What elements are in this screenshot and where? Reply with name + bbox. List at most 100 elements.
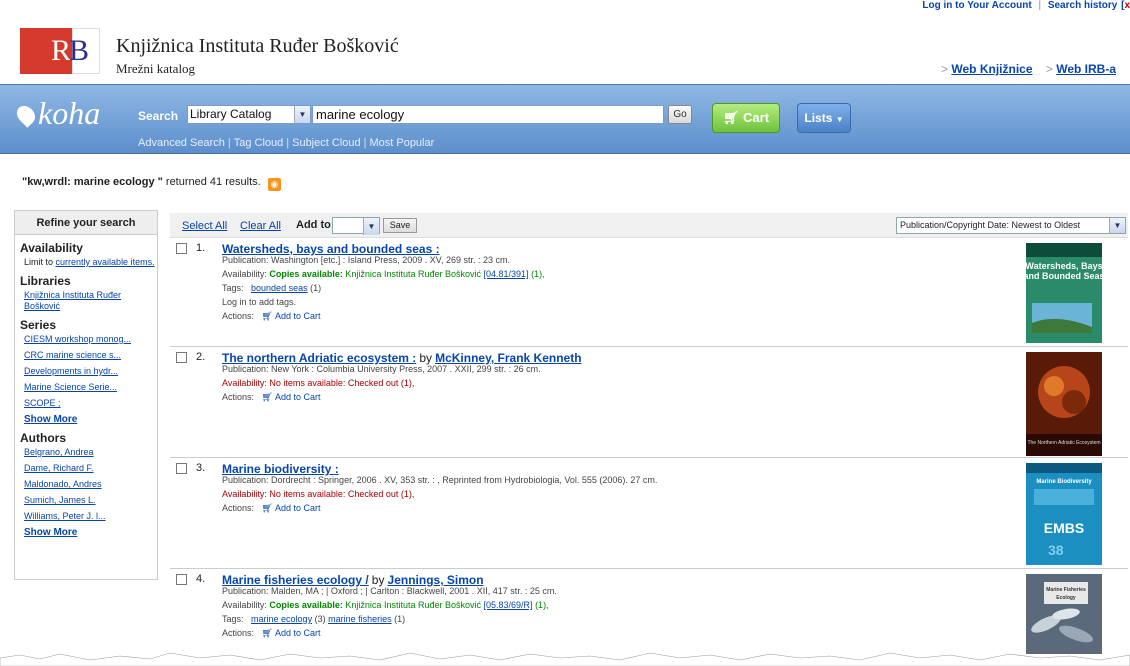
results-summary: "kw,wrdl: marine ecology " returned 41 r… bbox=[22, 176, 281, 191]
availability-limit: Limit to currently available items. bbox=[24, 257, 155, 267]
tag-cloud-link[interactable]: Tag Cloud bbox=[234, 137, 284, 149]
search-history-link[interactable]: Search history bbox=[1048, 0, 1117, 11]
book-cover-image[interactable]: Marine Biodiversity EMBS 38 bbox=[1026, 463, 1102, 565]
add-to-label: Add to: bbox=[296, 219, 335, 231]
query-echo: "kw,wrdl: marine ecology " bbox=[22, 176, 163, 188]
rss-icon[interactable]: ◉ bbox=[267, 178, 281, 191]
cart-button[interactable]: 🛒︎ Cart bbox=[712, 103, 780, 133]
svg-text:Marine Fisheries: Marine Fisheries bbox=[1046, 587, 1086, 593]
result-tags: Tags: marine ecology (3) marine fisherie… bbox=[222, 614, 406, 624]
result-row: 1. Watersheds, bays and bounded seas : P… bbox=[170, 239, 1128, 347]
svg-text:EMBS: EMBS bbox=[1044, 520, 1084, 536]
advanced-search-link[interactable]: Advanced Search bbox=[138, 137, 225, 149]
save-button[interactable]: Save bbox=[383, 218, 417, 233]
facet-item-author[interactable]: Dame, Richard F. bbox=[24, 463, 157, 474]
facet-item-library[interactable]: Knjižnica Instituta Ruđer Bošković bbox=[24, 290, 157, 312]
most-popular-link[interactable]: Most Popular bbox=[369, 137, 434, 149]
callnumber-link[interactable]: [05.83/69/R] bbox=[484, 600, 533, 610]
book-cover-image[interactable]: Watersheds, Bays and Bounded Seas bbox=[1026, 243, 1102, 343]
result-title-link[interactable]: Marine fisheries ecology / bbox=[222, 573, 369, 587]
tag-link[interactable]: bounded seas bbox=[251, 283, 308, 293]
clear-all-link[interactable]: Clear All bbox=[240, 220, 281, 232]
select-all-link[interactable]: Select All bbox=[182, 220, 227, 232]
result-number: 3. bbox=[196, 462, 206, 474]
add-to-select[interactable]: ▼ bbox=[332, 217, 380, 235]
chevron-down-icon: ▼ bbox=[363, 218, 379, 235]
result-publication: Publication: Malden, MA ; | Oxford ; | C… bbox=[222, 586, 557, 596]
tag-link[interactable]: marine fisheries bbox=[328, 614, 392, 624]
sort-select[interactable]: Publication/Copyright Date: Newest to Ol… bbox=[896, 217, 1126, 234]
facet-item-series[interactable]: SCOPE ; bbox=[24, 398, 157, 409]
library-subtitle: Mrežni katalog bbox=[116, 61, 196, 76]
callnumber-link[interactable]: [04.81/391] bbox=[484, 269, 529, 279]
book-cover-image[interactable]: The Northern Adriatic Ecosystem bbox=[1026, 352, 1102, 456]
cart-icon: 🛒︎ bbox=[261, 503, 273, 513]
result-title-link[interactable]: Watersheds, bays and bounded seas : bbox=[222, 242, 440, 256]
chevron-down-icon: ▼ bbox=[835, 115, 844, 124]
cart-icon: 🛒︎ bbox=[261, 628, 273, 638]
web-irb-link[interactable]: Web IRB-a bbox=[1056, 62, 1116, 76]
result-title-link[interactable]: Marine biodiversity : bbox=[222, 462, 339, 476]
facet-title-availability: Availability bbox=[20, 241, 83, 255]
book-cover-image[interactable]: Marine Fisheries Ecology bbox=[1026, 574, 1102, 654]
result-title-link[interactable]: The northern Adriatic ecosystem : bbox=[222, 351, 416, 365]
facet-item-author[interactable]: Maldonado, Andres bbox=[24, 479, 157, 490]
svg-text:Watersheds, Bays: Watersheds, Bays bbox=[1026, 261, 1102, 271]
facet-item-author[interactable]: Williams, Peter J. l... bbox=[24, 511, 157, 522]
top-account-bar: Log in to Your Account | Search history … bbox=[922, 0, 1130, 11]
divider: | bbox=[1038, 0, 1042, 11]
cart-icon: 🛒︎ bbox=[261, 311, 273, 321]
tag-link[interactable]: marine ecology bbox=[251, 614, 312, 624]
result-availability: Availability: No items available: Checke… bbox=[222, 378, 415, 388]
result-number: 4. bbox=[196, 573, 206, 585]
catalog-select[interactable]: Library Catalog ▼ bbox=[187, 105, 311, 124]
result-checkbox[interactable] bbox=[176, 243, 187, 254]
subject-cloud-link[interactable]: Subject Cloud bbox=[292, 137, 361, 149]
result-checkbox[interactable] bbox=[176, 352, 187, 363]
add-to-cart-link[interactable]: 🛒︎ Add to Cart bbox=[262, 311, 321, 321]
facet-item-series[interactable]: Developments in hydr... bbox=[24, 366, 157, 377]
koha-logo[interactable]: koha bbox=[13, 95, 100, 132]
lists-button[interactable]: Lists ▼ bbox=[797, 103, 851, 133]
login-link[interactable]: Log in to Your Account bbox=[922, 0, 1031, 11]
add-to-cart-link[interactable]: 🛒︎ Add to Cart bbox=[262, 392, 321, 402]
irb-logo[interactable]: RB bbox=[20, 28, 100, 74]
result-row: 4. Marine fisheries ecology / by Jenning… bbox=[170, 570, 1128, 654]
result-checkbox[interactable] bbox=[176, 463, 187, 474]
result-row: 2. The northern Adriatic ecosystem : by … bbox=[170, 348, 1128, 458]
facet-item-series[interactable]: CIESM workshop monog... bbox=[24, 334, 157, 345]
facet-item-author[interactable]: Belgrano, Andrea bbox=[24, 447, 157, 458]
chevron-down-icon: ▼ bbox=[1109, 218, 1125, 233]
svg-text:Ecology: Ecology bbox=[1056, 595, 1076, 601]
currently-available-link[interactable]: currently available items. bbox=[56, 257, 155, 267]
author-link[interactable]: McKinney, Frank Kenneth bbox=[435, 351, 581, 365]
close-history-icon[interactable]: x bbox=[1124, 0, 1130, 11]
library-name: Knjižnica Instituta Ruđer Bošković bbox=[116, 35, 399, 57]
header-links: > Web Knjižnice > Web IRB-a bbox=[941, 62, 1116, 76]
result-publication: Publication: Dordrecht : Springer, 2006 … bbox=[222, 475, 658, 485]
result-number: 1. bbox=[196, 242, 206, 254]
facet-item-author[interactable]: Sumich, James L. bbox=[24, 495, 157, 506]
chevron-down-icon: ▼ bbox=[294, 106, 310, 123]
web-knjiznice-link[interactable]: Web Knjižnice bbox=[951, 62, 1032, 76]
authors-show-more-link[interactable]: Show More bbox=[24, 527, 157, 538]
author-link[interactable]: Jennings, Simon bbox=[388, 573, 484, 587]
search-sublinks: Advanced Search | Tag Cloud | Subject Cloud |… bbox=[138, 137, 435, 149]
result-publication: Publication: New York : Columbia Univers… bbox=[222, 364, 541, 374]
go-button[interactable]: Go bbox=[668, 105, 692, 124]
cart-icon: 🛒︎ bbox=[722, 110, 744, 125]
search-input[interactable]: marine ecology bbox=[312, 105, 664, 124]
facet-item-series[interactable]: Marine Science Serie... bbox=[24, 382, 157, 393]
result-checkbox[interactable] bbox=[176, 574, 187, 585]
add-to-cart-link[interactable]: 🛒︎ Add to Cart bbox=[262, 503, 321, 513]
series-show-more-link[interactable]: Show More bbox=[24, 414, 157, 425]
result-row: 3. Marine biodiversity : Publication: Do… bbox=[170, 459, 1128, 569]
result-actions: Actions: 🛒︎ Add to Cart bbox=[222, 311, 321, 321]
facet-item-series[interactable]: CRC marine science s... bbox=[24, 350, 157, 361]
result-number: 2. bbox=[196, 351, 206, 363]
facet-title-series: Series bbox=[20, 318, 57, 332]
result-actions: Actions: 🛒︎ Add to Cart bbox=[222, 628, 321, 638]
svg-text:The Northern Adriatic Ecosyste: The Northern Adriatic Ecosystem bbox=[1027, 440, 1100, 446]
site-header: RB Knjižnica Instituta Ruđer Bošković Mr… bbox=[0, 18, 1130, 84]
add-to-cart-link[interactable]: 🛒︎ Add to Cart bbox=[262, 628, 321, 638]
